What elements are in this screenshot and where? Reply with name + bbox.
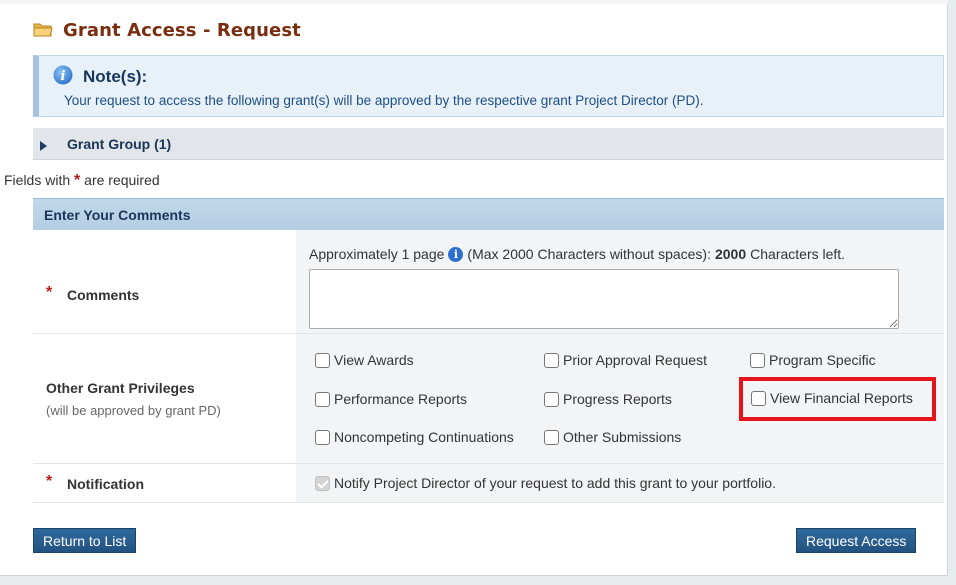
top-divider [0, 0, 948, 4]
svg-text:i: i [61, 69, 66, 84]
checkbox-box[interactable] [315, 391, 330, 407]
required-star-icon: * [46, 473, 53, 490]
return-to-list-button[interactable]: Return to List [33, 528, 137, 553]
other-submissions-checkbox[interactable]: Other Submissions [544, 429, 681, 445]
view-awards-checkbox[interactable]: View Awards [315, 352, 414, 368]
required-star-icon: * [74, 172, 81, 189]
checkbox-box[interactable] [544, 352, 559, 368]
note-title: Note(s): [83, 66, 148, 86]
comments-textarea[interactable] [309, 269, 899, 329]
info-icon: i [53, 65, 73, 88]
note-text: Your request to access the following gra… [64, 93, 704, 108]
grant-group-label: Grant Group (1) [67, 135, 172, 152]
comments-row: * Comments Approximately 1 page i (Max 2… [33, 230, 944, 334]
hint-middle: (Max 2000 Characters without spaces): [467, 246, 711, 262]
section-title: Enter Your Comments [44, 206, 191, 223]
required-note-prefix: Fields with [4, 172, 71, 188]
privileges-sublabel: (will be approved by grant PD) [46, 403, 221, 418]
caret-right-icon [40, 140, 47, 151]
checkbox-box[interactable] [315, 475, 330, 491]
performance-reports-checkbox[interactable]: Performance Reports [315, 391, 467, 407]
request-access-button[interactable]: Request Access [796, 528, 917, 553]
highlight-frame [739, 377, 936, 421]
checkbox-box[interactable] [544, 429, 559, 445]
page: Grant Access - Request i Note(s): Your r… [0, 0, 948, 576]
privileges-label: Other Grant Privileges [46, 380, 195, 396]
checkbox-box[interactable] [544, 391, 559, 407]
page-title: Grant Access - Request [33, 20, 301, 41]
program-specific-checkbox[interactable]: Program Specific [750, 352, 876, 368]
noncompeting-continuations-checkbox[interactable]: Noncompeting Continuations [315, 429, 514, 445]
page-title-text: Grant Access - Request [63, 20, 301, 41]
comments-label: Comments [67, 287, 140, 303]
required-note-suffix: are required [84, 172, 160, 188]
prior-approval-request-checkbox[interactable]: Prior Approval Request [544, 352, 707, 368]
info-icon[interactable]: i [448, 246, 464, 262]
chars-left-count: 2000 [714, 246, 747, 262]
notify-pd-checkbox[interactable]: Notify Project Director of your request … [315, 475, 776, 491]
notification-label: Notification [67, 476, 144, 492]
progress-reports-checkbox[interactable]: Progress Reports [544, 391, 672, 407]
note-panel: i Note(s): Your request to access the fo… [33, 55, 944, 117]
folder-icon [33, 21, 53, 41]
hint-prefix: Approximately 1 page [309, 246, 445, 262]
grant-group-toggle[interactable]: Grant Group (1) [33, 128, 944, 160]
section-header: Enter Your Comments [33, 198, 944, 230]
required-star-icon: * [46, 284, 53, 301]
checkbox-box[interactable] [750, 352, 765, 368]
checkbox-box[interactable] [315, 352, 330, 368]
checkbox-box[interactable] [315, 429, 330, 445]
hint-suffix: Characters left. [750, 246, 846, 262]
notification-row: * Notification Notify Project Director o… [33, 464, 944, 503]
comments-hint: Approximately 1 page i (Max 2000 Charact… [309, 246, 845, 262]
required-fields-note: Fields with * are required [4, 172, 160, 190]
